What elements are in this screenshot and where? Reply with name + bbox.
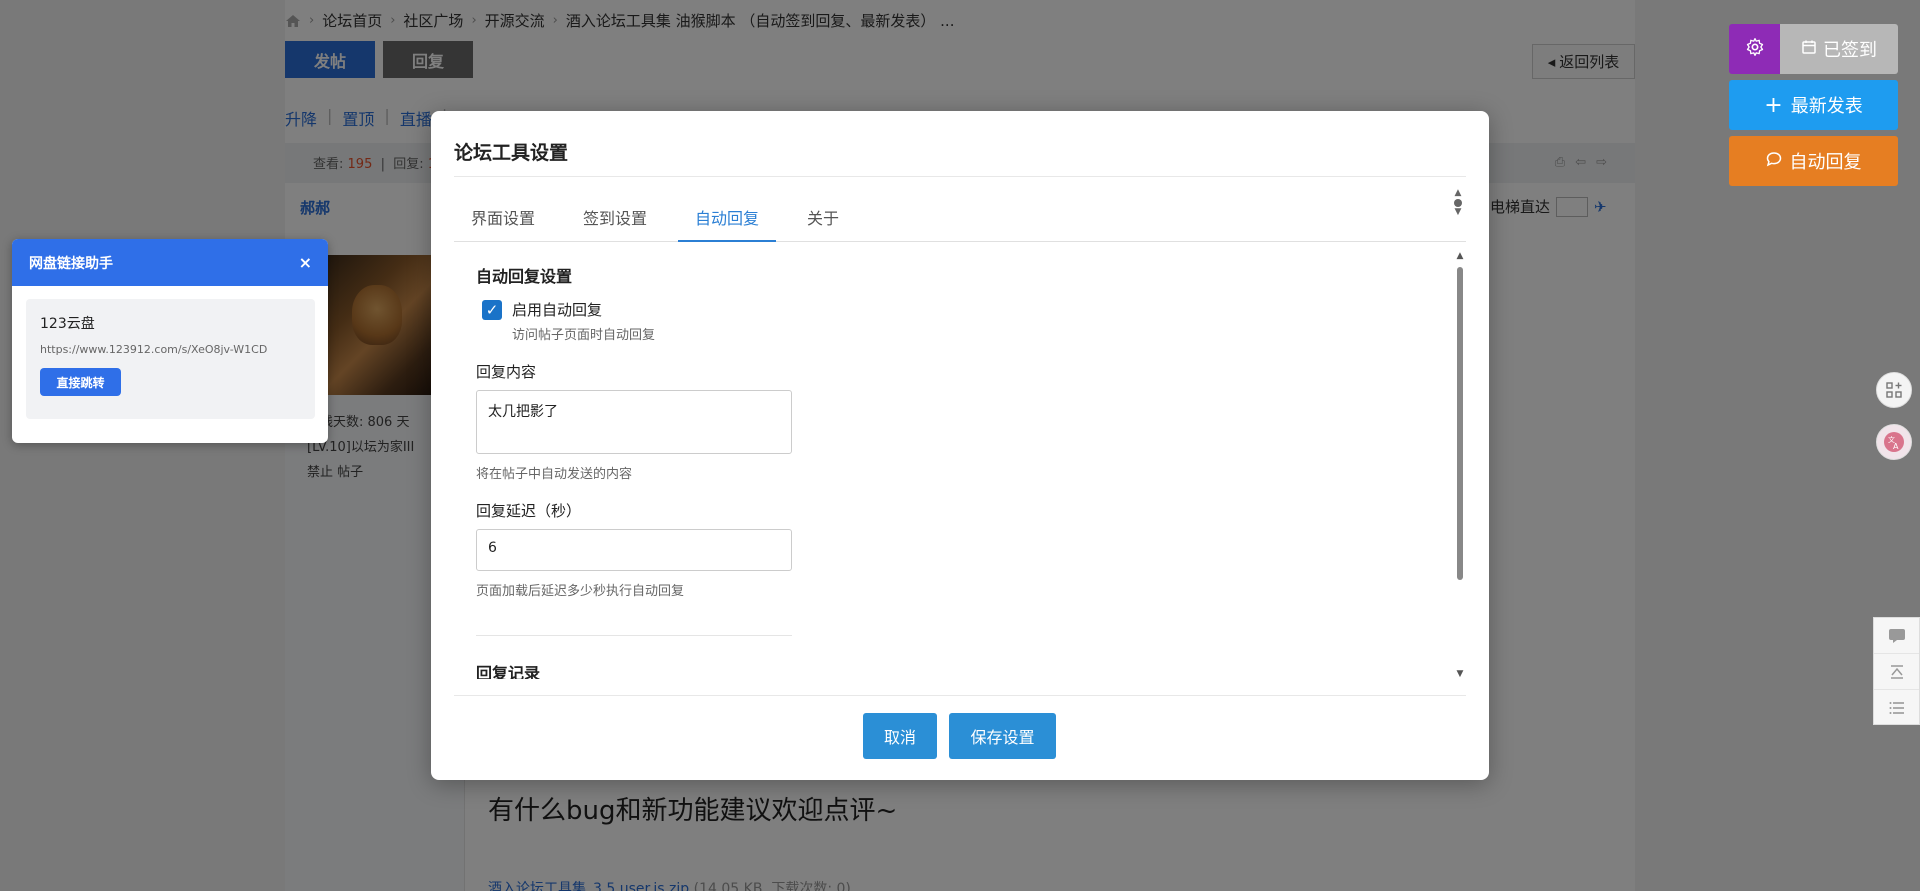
cancel-button[interactable]: 取消 <box>863 713 937 759</box>
plus-icon: + <box>1764 92 1783 118</box>
apps-add-icon[interactable] <box>1876 372 1912 408</box>
reply-delay-input[interactable]: 6 <box>476 529 792 571</box>
tab-about[interactable]: 关于 <box>790 201 856 242</box>
scrollbar-thumb[interactable] <box>1457 267 1463 580</box>
save-settings-button[interactable]: 保存设置 <box>949 713 1056 759</box>
reply-delay-hint: 页面加载后延迟多少秒执行自动回复 <box>476 584 685 599</box>
netdisk-url[interactable]: https://www.123912.com/s/XeO8jv-W1CD <box>40 343 301 356</box>
modal-title: 论坛工具设置 <box>454 142 569 164</box>
netdisk-helper-panel: 网盘链接助手 × 123云盘 https://www.123912.com/s/… <box>12 239 328 443</box>
comment-icon[interactable] <box>1874 618 1919 654</box>
auto-reply-label: 自动回复 <box>1789 152 1862 173</box>
helper-header: 网盘链接助手 × <box>12 239 328 286</box>
scroll-down-icon[interactable]: ▼ <box>1455 669 1465 679</box>
netdisk-name: 123云盘 <box>40 316 95 332</box>
tab-signin-settings[interactable]: 签到设置 <box>566 201 664 242</box>
close-icon[interactable]: × <box>299 253 312 272</box>
settings-modal: 论坛工具设置 界面设置 签到设置 自动回复 关于 ▲ ▼ 自动回复设置 ✓ 启用… <box>431 111 1489 780</box>
translate-icon[interactable]: 文A <box>1876 424 1912 460</box>
enable-auto-reply-label[interactable]: 启用自动回复 <box>512 299 602 320</box>
caret-down-icon[interactable]: ▼ <box>1455 208 1462 217</box>
caret-up-icon[interactable]: ▲ <box>1455 189 1462 198</box>
latest-posts-button[interactable]: + 最新发表 <box>1729 80 1898 130</box>
divider <box>476 635 792 636</box>
side-tools <box>1873 617 1920 725</box>
signed-in-label: 已签到 <box>1823 40 1877 61</box>
auto-reply-button[interactable]: 自动回复 <box>1729 136 1898 186</box>
calendar-icon <box>1801 39 1817 60</box>
tab-ui-settings[interactable]: 界面设置 <box>454 201 552 242</box>
svg-text:A: A <box>1893 442 1899 451</box>
list-icon[interactable] <box>1874 690 1919 726</box>
reply-content-label: 回复内容 <box>476 363 537 381</box>
scroll-dot <box>1454 199 1462 207</box>
helper-title: 网盘链接助手 <box>29 255 113 272</box>
settings-gear-button[interactable] <box>1729 24 1780 74</box>
reply-delay-label: 回复延迟（秒） <box>476 502 582 520</box>
divider <box>454 695 1466 696</box>
divider <box>454 176 1466 177</box>
gear-icon <box>1745 37 1765 61</box>
reply-records-title: 回复记录 <box>476 664 541 679</box>
tab-auto-reply[interactable]: 自动回复 <box>678 201 777 242</box>
enable-hint: 访问帖子页面时自动回复 <box>512 328 656 343</box>
panel-scrollbar[interactable]: ▲ ▼ <box>1455 251 1465 679</box>
signed-in-button[interactable]: 已签到 <box>1780 24 1898 74</box>
enable-auto-reply-checkbox[interactable]: ✓ <box>482 299 502 320</box>
tab-scroll-control[interactable]: ▲ ▼ <box>1454 189 1462 217</box>
latest-posts-label: 最新发表 <box>1790 96 1863 117</box>
scroll-up-icon[interactable]: ▲ <box>1455 251 1465 261</box>
back-to-top-icon[interactable] <box>1874 654 1919 690</box>
section-title: 自动回复设置 <box>476 267 573 286</box>
enable-auto-reply-row[interactable]: ✓ 启用自动回复 <box>482 299 806 320</box>
netdisk-link-card: 123云盘 https://www.123912.com/s/XeO8jv-W1… <box>26 299 315 419</box>
reply-content-textarea[interactable]: 太几把影了 <box>476 390 792 454</box>
settings-tabs: 界面设置 签到设置 自动回复 关于 ▲ ▼ <box>454 189 1466 242</box>
direct-jump-button[interactable]: 直接跳转 <box>40 368 121 396</box>
chat-bubble-icon <box>1766 151 1782 172</box>
auto-reply-panel: 自动回复设置 ✓ 启用自动回复 访问帖子页面时自动回复 回复内容 太几把影了 将… <box>476 251 806 679</box>
reply-content-hint: 将在帖子中自动发送的内容 <box>476 467 633 482</box>
